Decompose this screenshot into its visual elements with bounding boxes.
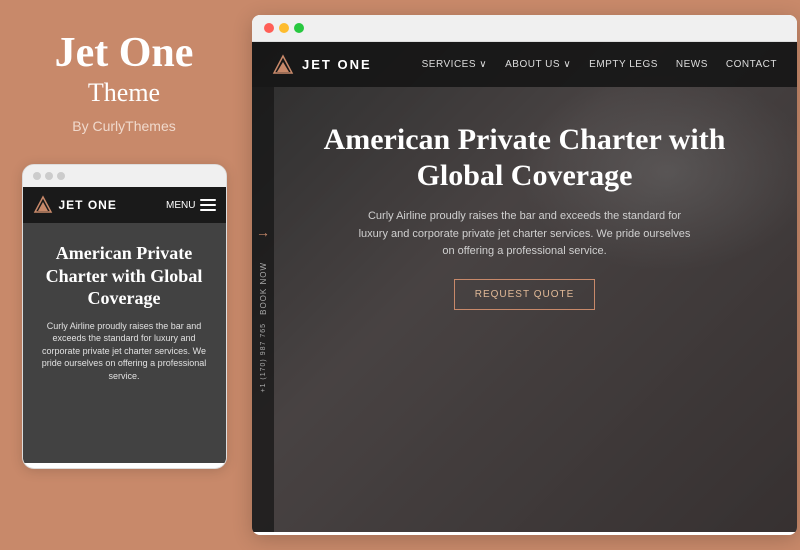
side-phone: +1 (170) 987 765 xyxy=(260,323,267,393)
mobile-menu-label: MENU xyxy=(166,200,195,211)
side-elements: → BOOK NOW +1 (170) 987 765 xyxy=(252,87,274,532)
nav-about[interactable]: ABOUT US ∨ xyxy=(505,59,571,70)
nav-empty-legs[interactable]: EMPTY LEGS xyxy=(589,59,658,70)
mobile-dot-1 xyxy=(33,172,41,180)
mobile-dot-2 xyxy=(45,172,53,180)
nav-news[interactable]: NEWS xyxy=(676,59,708,70)
desktop-cta-button[interactable]: REQUEST QUOTE xyxy=(454,279,596,310)
mobile-hero: American Private Charter with Global Cov… xyxy=(23,223,226,463)
mobile-mockup: JET ONE MENU American Private Charter wi… xyxy=(22,164,227,469)
nav-contact[interactable]: CONTACT xyxy=(726,59,777,70)
desktop-nav-links: SERVICES ∨ ABOUT US ∨ EMPTY LEGS NEWS CO… xyxy=(422,59,777,70)
desktop-hero-desc: Curly Airline proudly raises the bar and… xyxy=(355,208,695,261)
mobile-logo: JET ONE xyxy=(33,195,117,215)
mobile-nav: JET ONE MENU xyxy=(23,187,226,223)
desktop-dot-green xyxy=(294,23,304,33)
nav-services[interactable]: SERVICES ∨ xyxy=(422,59,488,70)
desktop-dot-yellow xyxy=(279,23,289,33)
mobile-titlebar xyxy=(23,165,226,187)
mobile-menu-button[interactable]: MENU xyxy=(166,199,215,211)
theme-by: By CurlyThemes xyxy=(72,118,175,134)
side-book-now[interactable]: BOOK NOW xyxy=(259,262,268,315)
mobile-logo-text: JET ONE xyxy=(59,198,117,212)
mobile-logo-icon xyxy=(33,195,53,215)
mobile-hero-desc: Curly Airline proudly raises the bar and… xyxy=(37,320,212,383)
mobile-dot-3 xyxy=(57,172,65,180)
theme-subtitle: Theme xyxy=(88,78,160,108)
theme-title: Jet One xyxy=(55,30,194,76)
mobile-hero-title: American Private Charter with Global Cov… xyxy=(37,242,212,310)
desktop-logo-text: JET ONE xyxy=(302,57,372,72)
hamburger-icon xyxy=(200,199,216,211)
desktop-nav: JET ONE SERVICES ∨ ABOUT US ∨ EMPTY LEGS… xyxy=(252,42,797,87)
desktop-logo: JET ONE xyxy=(272,54,372,76)
desktop-logo-icon xyxy=(272,54,294,76)
desktop-content: JET ONE SERVICES ∨ ABOUT US ∨ EMPTY LEGS… xyxy=(252,42,797,532)
desktop-hero-text: American Private Charter with Global Cov… xyxy=(312,122,737,310)
desktop-hero-title: American Private Charter with Global Cov… xyxy=(312,122,737,194)
desktop-mockup: JET ONE SERVICES ∨ ABOUT US ∨ EMPTY LEGS… xyxy=(252,15,797,535)
desktop-dot-red xyxy=(264,23,274,33)
side-arrow-icon: → xyxy=(256,226,270,242)
desktop-titlebar xyxy=(252,15,797,42)
left-panel: Jet One Theme By CurlyThemes JET ONE MEN… xyxy=(0,0,248,550)
